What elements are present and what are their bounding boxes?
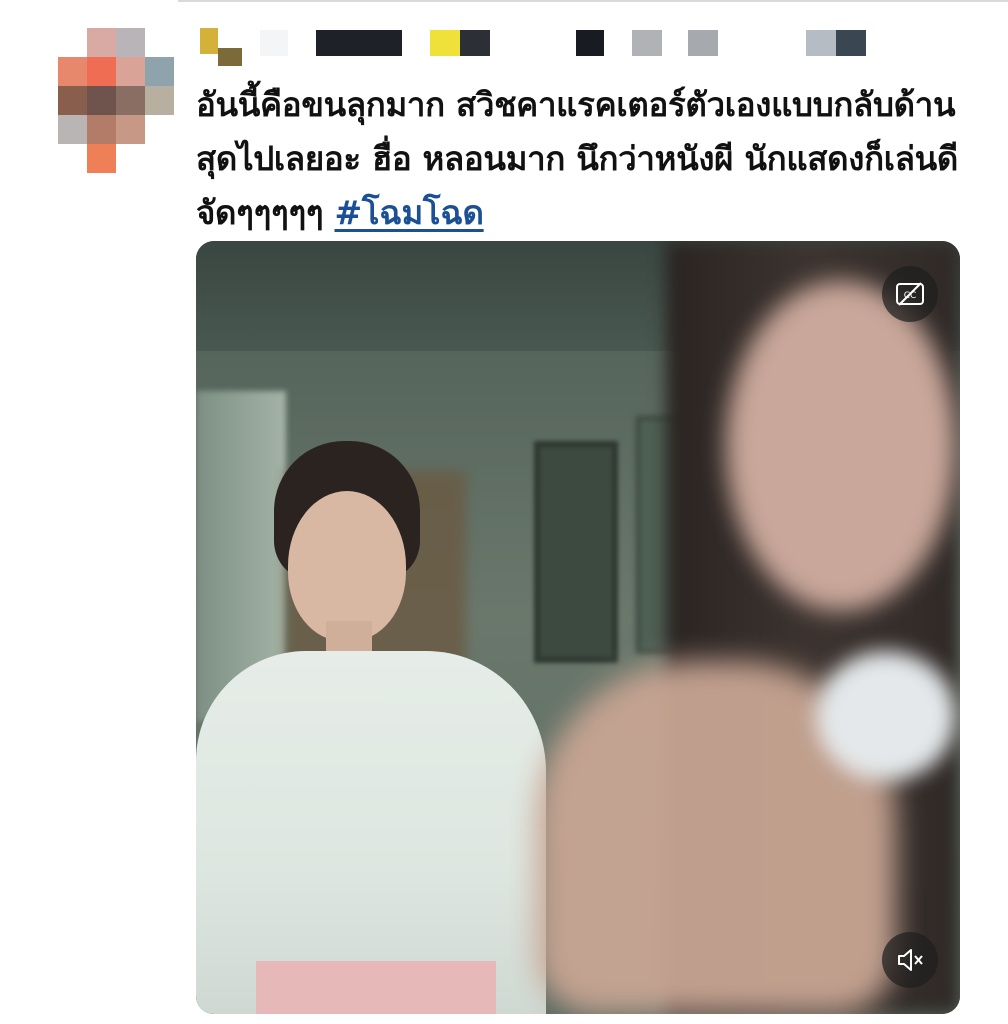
closed-captions-off-icon: CC — [895, 281, 925, 307]
video-frame — [196, 241, 960, 1014]
tweet-body: อันนี้คือขนลุกมาก สวิชคาแรคเตอร์ตัวเองแบ… — [196, 85, 959, 232]
top-divider — [178, 0, 1008, 2]
hashtag-link[interactable]: #โฉมโฉด — [335, 193, 484, 232]
captions-button[interactable]: CC — [882, 266, 938, 322]
video-player[interactable]: CC — [196, 241, 960, 1014]
user-name[interactable] — [200, 28, 880, 70]
tweet-text: อันนี้คือขนลุกมาก สวิชคาแรคเตอร์ตัวเองแบ… — [196, 78, 986, 240]
volume-muted-icon — [895, 947, 925, 973]
avatar[interactable] — [58, 28, 174, 173]
mute-button[interactable] — [882, 932, 938, 988]
